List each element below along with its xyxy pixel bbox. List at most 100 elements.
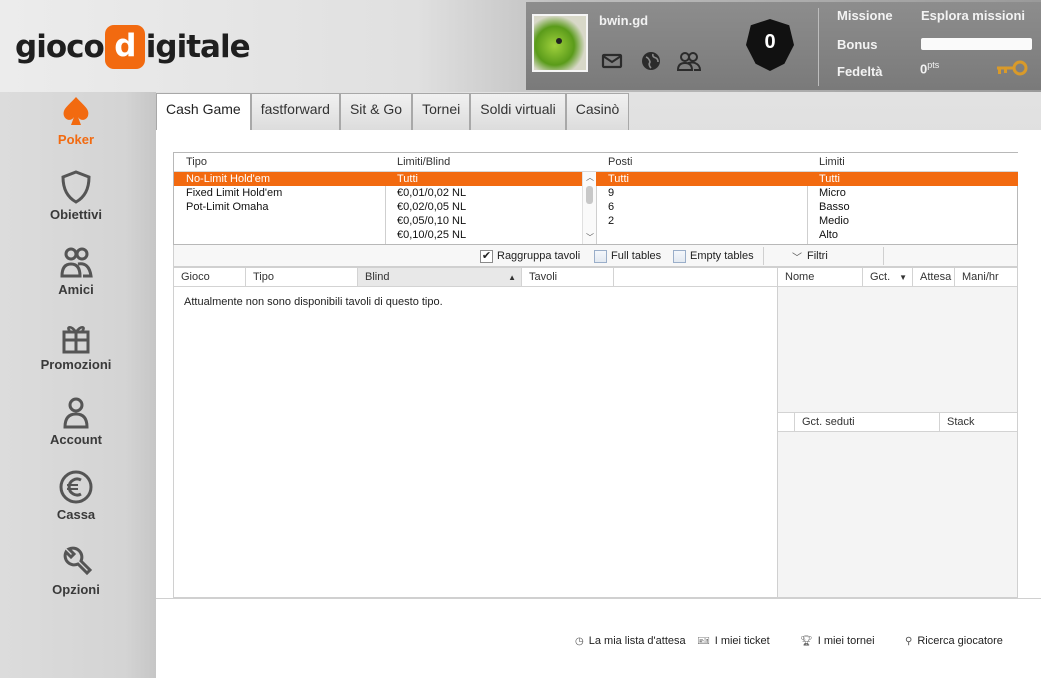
shield-icon xyxy=(61,170,91,204)
tab-soldi-virtuali[interactable]: Soldi virtuali xyxy=(470,93,566,130)
sidebar-item-label: Poker xyxy=(57,132,95,147)
bonus-label: Bonus xyxy=(837,37,878,52)
column-header-gioco[interactable]: Gioco xyxy=(174,268,246,287)
poker-lobby-window: gioco d igitale bwin.gd 0 Missione Esplo… xyxy=(0,0,1041,678)
list-item[interactable]: Pot-Limit Omaha xyxy=(174,200,385,214)
list-item[interactable]: 6 xyxy=(596,200,807,214)
brand-logo[interactable]: gioco d igitale xyxy=(15,22,251,72)
chevron-down-icon: ﹀ xyxy=(792,252,802,264)
scroll-thumb[interactable] xyxy=(586,186,593,204)
header: gioco d igitale bwin.gd 0 Missione Esplo… xyxy=(0,0,1041,92)
list-item[interactable]: Alto xyxy=(807,228,1018,242)
column-header-gct-seduti[interactable]: Gct. seduti xyxy=(795,413,940,432)
sort-ascending-icon: ▲ xyxy=(508,273,516,282)
sidebar-item-label: Promozioni xyxy=(40,357,112,372)
list-item[interactable]: Basso xyxy=(807,200,1018,214)
list-item[interactable]: 9 xyxy=(596,186,807,200)
list-item[interactable]: €0,02/0,05 NL xyxy=(385,200,596,214)
explore-missions-link[interactable]: Esplora missioni xyxy=(921,8,1025,23)
fidelity-label: Fedeltà xyxy=(837,64,883,79)
sidebar-item-cassa[interactable]: Cassa xyxy=(0,469,152,522)
column-header-attesa[interactable]: Attesa xyxy=(913,268,955,287)
list-item[interactable]: Tutti xyxy=(807,172,1018,186)
list-item[interactable]: No-Limit Hold'em xyxy=(174,172,385,186)
column-header-blank xyxy=(778,413,795,432)
mission-label: Missione xyxy=(837,8,893,23)
user-icon xyxy=(63,397,89,429)
checkbox-icon[interactable] xyxy=(594,249,607,263)
list-item[interactable]: Tutti xyxy=(385,172,596,186)
empty-tables-message: Attualmente non sono disponibili tavoli … xyxy=(184,296,443,308)
tables-grid: Gioco Tipo Blind ▲ Tavoli Attualmente non… xyxy=(173,267,778,598)
column-header-gct[interactable]: Gct. ▼ xyxy=(863,268,913,287)
sidebar-item-amici[interactable]: Amici xyxy=(0,244,152,297)
tab-tornei[interactable]: Tornei xyxy=(412,93,471,130)
filters-dropdown[interactable]: ﹀ Filtri xyxy=(792,249,828,264)
players-panel: Nome Gct. ▼ Attesa Mani/hr Gct. seduti St… xyxy=(777,267,1018,598)
full-tables-checkbox[interactable]: Full tables xyxy=(594,249,661,263)
logo-letter-badge: d xyxy=(104,25,145,69)
column-header-tavoli[interactable]: Tavoli xyxy=(522,268,614,287)
sidebar-item-account[interactable]: Account xyxy=(0,394,152,447)
tickets-link[interactable]: 🎫︎ I miei ticket xyxy=(697,635,770,647)
list-item[interactable]: Medio xyxy=(807,214,1018,228)
sidebar: Poker Obiettivi Amici Promozioni Account… xyxy=(0,92,156,678)
column-header-tipo[interactable]: Tipo xyxy=(246,268,358,287)
list-item[interactable]: 2 xyxy=(596,214,807,228)
list-item[interactable]: Fixed Limit Hold'em xyxy=(174,186,385,200)
scroll-up-icon[interactable]: ︿ xyxy=(584,172,596,184)
list-item[interactable]: Micro xyxy=(807,186,1018,200)
sidebar-item-label: Cassa xyxy=(56,507,96,522)
euro-icon xyxy=(59,470,93,504)
posti-filter-list: Posti Tutti 9 6 2 xyxy=(596,153,807,244)
my-tournaments-link[interactable]: 🏆︎ I miei tornei xyxy=(800,635,875,647)
player-search-link[interactable]: ⚲ Ricerca giocatore xyxy=(905,635,1003,647)
column-header-blank xyxy=(614,268,778,287)
logo-text-right: igitale xyxy=(145,29,251,65)
spade-icon xyxy=(63,97,89,125)
sidebar-item-opzioni[interactable]: Opzioni xyxy=(0,544,152,597)
friends-header-icon[interactable] xyxy=(676,49,702,73)
list-item[interactable]: Tutti xyxy=(596,172,807,186)
sidebar-item-poker[interactable]: Poker xyxy=(0,94,152,147)
sidebar-item-obiettivi[interactable]: Obiettivi xyxy=(0,169,152,222)
bonus-progress-bar xyxy=(921,38,1032,50)
scroll-down-icon[interactable]: ﹀ xyxy=(584,232,596,244)
list-item[interactable]: €0,05/0,10 NL xyxy=(385,214,596,228)
blind-filter-list: Limiti/Blind Tutti €0,01/0,02 NL €0,02/0… xyxy=(385,153,596,244)
checkbox-checked-icon[interactable]: ✔ xyxy=(480,249,493,263)
mail-icon[interactable] xyxy=(600,49,624,73)
blind-list-scrollbar[interactable]: ︿ ﹀ xyxy=(582,172,596,244)
sidebar-item-label: Account xyxy=(50,432,102,447)
group-tables-checkbox[interactable]: ✔ Raggruppa tavoli xyxy=(480,249,580,263)
tipo-header: Tipo xyxy=(174,153,385,172)
logo-text-left: gioco xyxy=(15,29,105,65)
friends-icon xyxy=(60,247,93,278)
key-icon xyxy=(995,60,1029,76)
tab-fastforward[interactable]: fastforward xyxy=(250,93,340,130)
column-header-blind[interactable]: Blind ▲ xyxy=(358,268,522,287)
column-header-mani-hr[interactable]: Mani/hr xyxy=(955,268,1017,287)
game-type-tabs: Cash Game fastforward Sit & Go Tornei So… xyxy=(156,93,630,131)
sidebar-item-label: Obiettivi xyxy=(49,207,102,222)
list-item[interactable]: €0,10/0,25 NL xyxy=(385,228,596,242)
sort-descending-icon: ▼ xyxy=(899,273,907,282)
checkbox-icon[interactable] xyxy=(673,249,686,263)
header-divider xyxy=(818,8,819,86)
username: bwin.gd xyxy=(599,13,649,28)
column-header-stack[interactable]: Stack xyxy=(940,413,1017,432)
trophy-icon: 🏆︎ xyxy=(800,635,813,647)
tab-cash-game[interactable]: Cash Game xyxy=(156,93,251,131)
sidebar-item-promozioni[interactable]: Promozioni xyxy=(0,319,152,372)
list-item[interactable]: €0,01/0,02 NL xyxy=(385,186,596,200)
waitlist-link[interactable]: ◷ La mia lista d'attesa xyxy=(575,635,686,647)
sidebar-item-label: Opzioni xyxy=(52,582,100,597)
tab-sit-and-go[interactable]: Sit & Go xyxy=(339,93,413,130)
posti-header: Posti xyxy=(596,153,807,172)
empty-tables-checkbox[interactable]: Empty tables xyxy=(673,249,754,263)
column-header-nome[interactable]: Nome xyxy=(778,268,863,287)
user-search-icon: ⚲ xyxy=(905,635,913,647)
tab-casino[interactable]: Casinò xyxy=(565,93,630,130)
globe-icon[interactable] xyxy=(639,49,663,73)
avatar[interactable] xyxy=(532,14,588,72)
